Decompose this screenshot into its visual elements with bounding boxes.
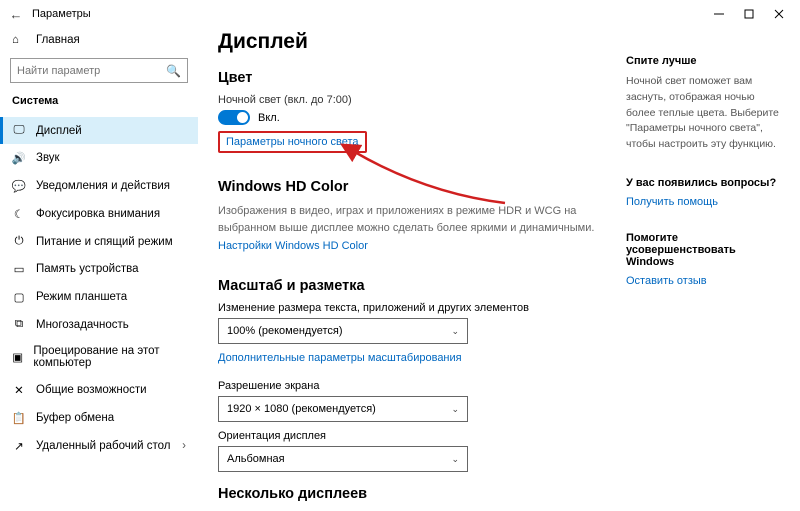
sidebar-item-focus[interactable]: ☾ Фокусировка внимания (0, 200, 198, 228)
scale-size-dropdown[interactable]: 100% (рекомендуется) ⌄ (218, 318, 468, 344)
search-input-wrap[interactable]: 🔍 (10, 58, 188, 83)
orientation-dropdown[interactable]: Альбомная ⌄ (218, 446, 468, 472)
scale-advanced-link[interactable]: Дополнительные параметры масштабирования (218, 352, 462, 364)
sidebar-item-label: Режим планшета (36, 291, 127, 303)
section-scale-heading: Масштаб и разметка (218, 278, 610, 294)
sidebar-item-power[interactable]: ⏻ Питание и спящий режим (0, 228, 198, 255)
feedback-link[interactable]: Оставить отзыв (626, 275, 707, 287)
tip-title: Спите лучше (626, 55, 786, 67)
tip-feedback: Помогите усовершенствовать Windows Остав… (626, 232, 786, 287)
sidebar-item-tablet[interactable]: ▢ Режим планшета (0, 283, 198, 311)
chevron-down-icon: ⌄ (451, 454, 459, 465)
sidebar-item-label: Память устройства (36, 263, 139, 275)
multitask-icon: ⧉ (12, 318, 26, 331)
scale-size-label: Изменение размера текста, приложений и д… (218, 302, 610, 314)
right-panel: Спите лучше Ночной свет поможет вам засн… (626, 55, 786, 311)
sidebar-item-notifications[interactable]: 💬 Уведомления и действия (0, 172, 198, 200)
sidebar-item-projecting[interactable]: ▣ Проецирование на этот компьютер (0, 338, 198, 376)
main-content: Дисплей Цвет Ночной свет (вкл. до 7:00) … (210, 28, 620, 511)
tip-title: Помогите усовершенствовать Windows (626, 232, 786, 268)
toggle-state-label: Вкл. (258, 112, 280, 124)
chevron-down-icon: ⌄ (451, 326, 459, 337)
night-light-label: Ночной свет (вкл. до 7:00) (218, 94, 610, 106)
storage-icon: ▭ (12, 262, 26, 276)
sidebar-item-multitask[interactable]: ⧉ Многозадачность (0, 311, 198, 338)
get-help-link[interactable]: Получить помощь (626, 196, 718, 208)
titlebar: ← Параметры (0, 0, 800, 28)
sidebar-home[interactable]: ⌂ Главная (0, 28, 198, 52)
remote-icon: ↗ (12, 439, 26, 453)
sidebar-item-display[interactable]: 🖵 Дисплей (0, 117, 198, 144)
resolution-dropdown[interactable]: 1920 × 1080 (рекомендуется) ⌄ (218, 396, 468, 422)
sidebar-item-label: Звук (36, 152, 60, 164)
home-icon: ⌂ (12, 34, 26, 46)
orientation-label: Ориентация дисплея (218, 430, 610, 442)
notification-icon: 💬 (12, 179, 26, 193)
sidebar-item-label: Удаленный рабочий стол (36, 440, 171, 452)
focus-icon: ☾ (12, 207, 26, 221)
dropdown-value: 1920 × 1080 (рекомендуется) (227, 403, 376, 415)
back-button[interactable]: ← (6, 4, 26, 24)
search-icon: 🔍 (166, 64, 181, 78)
section-multi-heading: Несколько дисплеев (218, 486, 610, 502)
sidebar-item-label: Питание и спящий режим (36, 236, 173, 248)
hdcolor-link[interactable]: Настройки Windows HD Color (218, 240, 368, 252)
tip-sleep: Спите лучше Ночной свет поможет вам засн… (626, 55, 786, 153)
dropdown-value: Альбомная (227, 453, 285, 465)
night-light-toggle-row: Вкл. (218, 110, 610, 125)
close-button[interactable] (764, 0, 794, 28)
sidebar-item-label: Фокусировка внимания (36, 208, 160, 220)
power-icon: ⏻ (12, 235, 26, 248)
sidebar-item-label: Общие возможности (36, 384, 147, 396)
tip-questions: У вас появились вопросы? Получить помощь (626, 177, 786, 208)
sound-icon: 🔊 (12, 151, 26, 165)
sidebar: ⌂ Главная 🔍 Система 🖵 Дисплей 🔊 Звук 💬 Увед… (0, 28, 198, 511)
night-light-toggle[interactable] (218, 110, 250, 125)
sidebar-item-remote[interactable]: ↗ Удаленный рабочий стол › (0, 432, 198, 460)
display-icon: 🖵 (12, 124, 26, 137)
sidebar-item-label: Проецирование на этот компьютер (33, 345, 186, 369)
section-color-heading: Цвет (218, 70, 610, 86)
sidebar-item-label: Дисплей (36, 125, 82, 137)
project-icon: ▣ (12, 350, 23, 364)
chevron-right-icon: › (182, 440, 186, 452)
toggle-knob (237, 112, 248, 123)
tip-desc: Ночной свет поможет вам заснуть, отображ… (626, 74, 786, 153)
maximize-button[interactable] (734, 0, 764, 28)
dropdown-value: 100% (рекомендуется) (227, 325, 342, 337)
night-light-settings-link[interactable]: Параметры ночного света (218, 131, 367, 153)
sidebar-home-label: Главная (36, 34, 80, 46)
minimize-button[interactable] (704, 0, 734, 28)
sidebar-item-label: Буфер обмена (36, 412, 114, 424)
section-hdcolor-heading: Windows HD Color (218, 179, 610, 195)
chevron-down-icon: ⌄ (451, 404, 459, 415)
hdcolor-desc: Изображения в видео, играх и приложениях… (218, 203, 610, 236)
search-input[interactable] (17, 65, 166, 77)
app-title: Параметры (32, 8, 91, 20)
sidebar-item-label: Многозадачность (36, 319, 129, 331)
sidebar-item-label: Уведомления и действия (36, 180, 170, 192)
sidebar-header: Система (0, 91, 198, 117)
sidebar-item-sound[interactable]: 🔊 Звук (0, 144, 198, 172)
clipboard-icon: 📋 (12, 411, 26, 425)
sidebar-item-shared[interactable]: ✕ Общие возможности (0, 376, 198, 404)
page-title: Дисплей (218, 30, 610, 54)
sidebar-item-clipboard[interactable]: 📋 Буфер обмена (0, 404, 198, 432)
tablet-icon: ▢ (12, 290, 26, 304)
sidebar-item-storage[interactable]: ▭ Память устройства (0, 255, 198, 283)
resolution-label: Разрешение экрана (218, 380, 610, 392)
tip-title: У вас появились вопросы? (626, 177, 786, 189)
shared-icon: ✕ (12, 383, 26, 397)
